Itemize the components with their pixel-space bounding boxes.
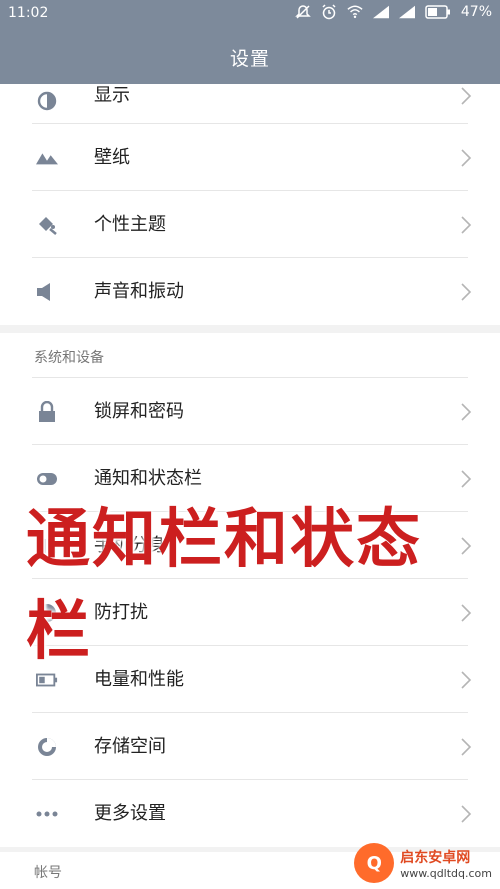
settings-item-label: 锁屏和密码 xyxy=(94,401,184,422)
signal-icon xyxy=(398,4,415,20)
toggle-icon xyxy=(36,468,58,490)
settings-item-label: 防打扰 xyxy=(94,602,148,623)
section-title: 系统和设备 xyxy=(34,350,104,366)
chevron-right-icon xyxy=(461,805,472,823)
chevron-right-icon xyxy=(461,403,472,421)
storage-icon xyxy=(36,736,58,758)
section-gap xyxy=(0,325,500,333)
watermark-url: www.qdltdq.com xyxy=(400,866,492,880)
chevron-right-icon xyxy=(461,216,472,234)
settings-item-display[interactable]: 显示 xyxy=(0,84,500,124)
settings-list: 显示 壁纸 个性主题 声音和振动 系统和设备 锁屏和密码 通知和状态栏 手机分身… xyxy=(0,84,500,847)
page-title: 设置 xyxy=(229,48,270,70)
chevron-right-icon xyxy=(461,604,472,622)
status-icons: 47% xyxy=(295,4,492,20)
chevron-right-icon xyxy=(461,87,472,105)
watermark-name: 启东安卓网 xyxy=(400,849,471,866)
settings-item-theme[interactable]: 个性主题 xyxy=(0,191,500,258)
status-time: 11:02 xyxy=(8,5,49,21)
settings-item-label: 个性主题 xyxy=(94,214,166,235)
settings-item-label: 更多设置 xyxy=(94,803,166,824)
alarm-icon xyxy=(321,4,337,20)
settings-item-label: 存储空间 xyxy=(94,736,166,757)
caption-overlay: 通知栏和状态栏 xyxy=(26,503,422,669)
theme-icon xyxy=(36,214,58,236)
app-header: 11:02 47% 设置 xyxy=(0,0,500,84)
chevron-right-icon xyxy=(461,283,472,301)
section-title: 帐号 xyxy=(34,865,62,881)
chevron-right-icon xyxy=(461,738,472,756)
battery-icon xyxy=(425,4,451,20)
sound-icon xyxy=(36,281,58,303)
signal-icon xyxy=(372,4,389,20)
watermark: Q 启东安卓网 www.qdltdq.com xyxy=(354,843,492,883)
battery-percent: 47% xyxy=(460,4,492,20)
chevron-right-icon xyxy=(461,470,472,488)
battery-icon xyxy=(36,669,58,691)
watermark-logo: Q xyxy=(354,843,395,883)
settings-item-more[interactable]: 更多设置 xyxy=(0,780,500,847)
personalization-group: 显示 壁纸 个性主题 声音和振动 xyxy=(0,84,500,325)
settings-item-label: 显示 xyxy=(94,85,130,106)
mute-icon xyxy=(295,4,311,20)
settings-item-storage[interactable]: 存储空间 xyxy=(0,713,500,780)
section-header-system: 系统和设备 xyxy=(0,333,500,378)
settings-item-wallpaper[interactable]: 壁纸 xyxy=(0,124,500,191)
settings-item-lock-screen[interactable]: 锁屏和密码 xyxy=(0,378,500,445)
settings-item-label: 声音和振动 xyxy=(94,281,184,302)
lock-icon xyxy=(36,401,58,423)
wallpaper-icon xyxy=(36,147,58,169)
more-icon xyxy=(36,803,58,825)
settings-item-sound[interactable]: 声音和振动 xyxy=(0,258,500,325)
chevron-right-icon xyxy=(461,671,472,689)
wifi-icon xyxy=(347,4,363,20)
display-icon xyxy=(36,90,58,112)
chevron-right-icon xyxy=(461,149,472,167)
status-bar: 11:02 47% xyxy=(0,0,500,28)
settings-item-label: 壁纸 xyxy=(94,147,130,168)
settings-item-label: 电量和性能 xyxy=(94,669,184,690)
